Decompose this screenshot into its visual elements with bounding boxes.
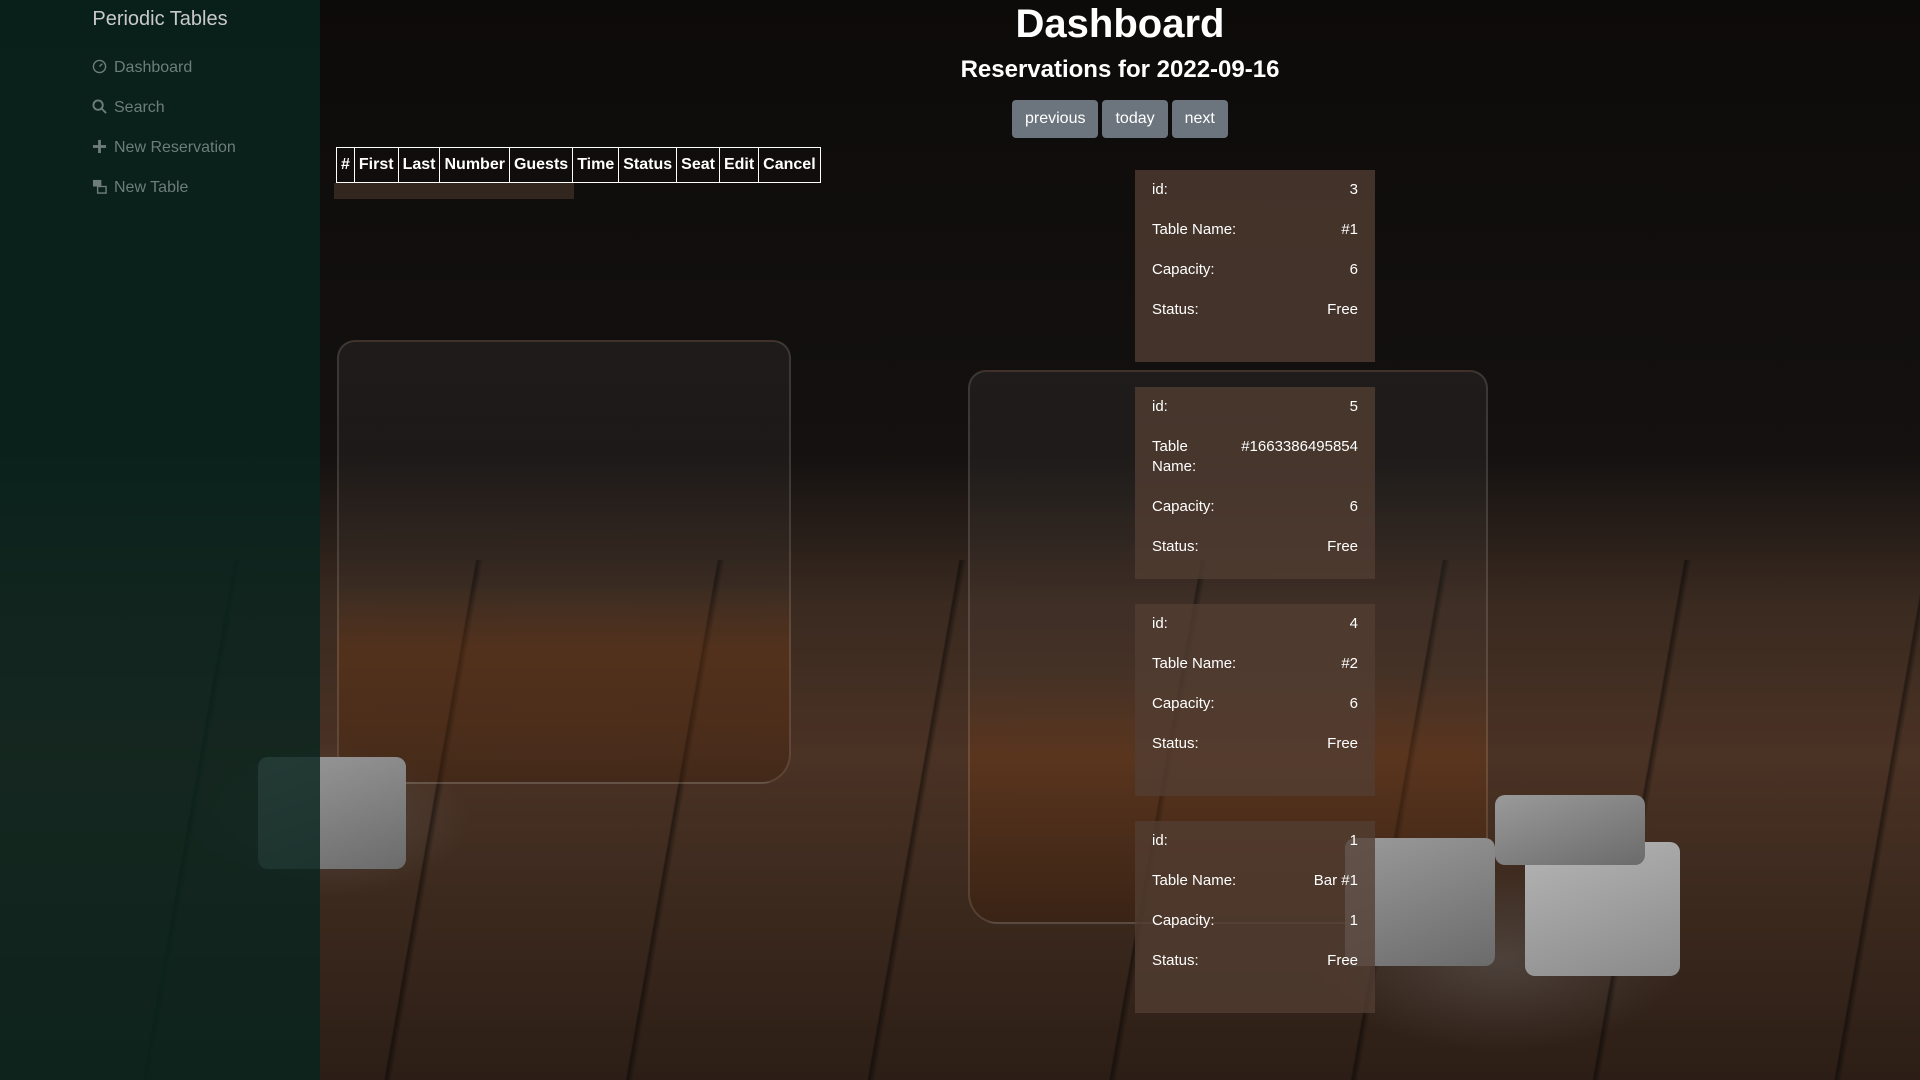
table-id-label: id: (1152, 832, 1168, 849)
previous-button[interactable]: previous (1012, 100, 1099, 138)
column-header-number-sign: # (336, 147, 355, 183)
reservations-table: # First Last Number Guests Time Status S… (336, 147, 821, 183)
table-capacity-value: 6 (1349, 498, 1358, 515)
table-capacity-value: 6 (1349, 695, 1358, 712)
dashboard-icon (90, 59, 108, 78)
table-capacity-value: 6 (1349, 261, 1358, 278)
table-capacity-label: Capacity: (1152, 912, 1215, 929)
table-capacity-row: Capacity: 1 (1152, 911, 1358, 931)
table-id-value: 1 (1349, 832, 1358, 849)
table-icon (90, 179, 108, 198)
sidebar-item-new-table[interactable]: New Table (90, 168, 236, 208)
table-status-value: Free (1327, 538, 1358, 555)
brand-title[interactable]: Periodic Tables (0, 8, 320, 31)
date-navigation: previous today next (1012, 100, 1228, 138)
table-status-row: Status: Free (1152, 951, 1358, 971)
table-name-row: Table Name: #2 (1152, 654, 1358, 674)
column-header-number: Number (439, 147, 510, 183)
table-name-label: Table Name: (1152, 438, 1197, 475)
table-status-label: Status: (1152, 952, 1199, 969)
table-header-row: # First Last Number Guests Time Status S… (336, 147, 821, 183)
table-status-label: Status: (1152, 538, 1199, 555)
search-icon (90, 98, 108, 118)
table-name-label: Table Name: (1152, 655, 1237, 672)
table-card: id: 5 Table Name: #1663386495854 Capacit… (1135, 387, 1375, 579)
today-button[interactable]: today (1102, 100, 1168, 138)
column-header-status: Status (618, 147, 678, 183)
column-header-time: Time (572, 147, 620, 183)
table-capacity-label: Capacity: (1152, 695, 1215, 712)
page-subtitle: Reservations for 2022-09-16 (960, 56, 1280, 83)
table-id-row: id: 5 (1152, 397, 1358, 417)
table-id-value: 3 (1349, 181, 1358, 198)
sidebar-item-dashboard[interactable]: Dashboard (90, 48, 236, 88)
sidebar-item-search[interactable]: Search (90, 88, 236, 128)
table-status-label: Status: (1152, 735, 1199, 752)
sidebar-item-label: Search (114, 99, 165, 116)
table-status-value: Free (1327, 952, 1358, 969)
column-header-edit: Edit (718, 147, 760, 183)
table-capacity-value: 1 (1349, 912, 1358, 929)
table-name-value: #1 (1341, 221, 1358, 238)
table-capacity-label: Capacity: (1152, 498, 1215, 515)
table-name-value: Bar #1 (1313, 872, 1358, 889)
table-status-value: Free (1327, 735, 1358, 752)
table-id-label: id: (1152, 398, 1168, 415)
table-capacity-label: Capacity: (1152, 261, 1215, 278)
table-card: id: 4 Table Name: #2 Capacity: 6 Status:… (1135, 604, 1375, 796)
tables-list: id: 3 Table Name: #1 Capacity: 6 Status:… (1135, 170, 1375, 1038)
table-card: id: 3 Table Name: #1 Capacity: 6 Status:… (1135, 170, 1375, 362)
table-id-row: id: 3 (1152, 180, 1358, 200)
table-name-value: #1663386495854 (1241, 438, 1358, 455)
sidebar: Periodic Tables Dashboard Search New Res… (0, 0, 320, 1080)
table-capacity-row: Capacity: 6 (1152, 260, 1358, 280)
table-name-row: Table Name: #1663386495854 (1152, 437, 1358, 477)
sidebar-item-new-reservation[interactable]: New Reservation (90, 128, 236, 168)
table-capacity-row: Capacity: 6 (1152, 694, 1358, 714)
column-header-seat: Seat (676, 147, 720, 183)
sidebar-item-label: New Table (114, 179, 189, 196)
table-id-label: id: (1152, 615, 1168, 632)
table-name-row: Table Name: #1 (1152, 220, 1358, 240)
table-status-row: Status: Free (1152, 537, 1358, 557)
column-header-guests: Guests (508, 147, 574, 183)
page-title: Dashboard (1015, 2, 1225, 46)
table-id-row: id: 1 (1152, 831, 1358, 851)
column-header-first: First (353, 147, 399, 183)
sidebar-item-label: Dashboard (114, 59, 193, 76)
table-status-value: Free (1327, 301, 1358, 318)
table-status-row: Status: Free (1152, 300, 1358, 320)
table-status-row: Status: Free (1152, 734, 1358, 754)
table-id-row: id: 4 (1152, 614, 1358, 634)
table-name-label: Table Name: (1152, 221, 1237, 238)
table-capacity-row: Capacity: 6 (1152, 497, 1358, 517)
main-content: Dashboard Reservations for 2022-09-16 pr… (320, 0, 1920, 1080)
plus-icon (90, 139, 108, 158)
reservations-table-body (334, 183, 574, 199)
table-name-label: Table Name: (1152, 872, 1237, 889)
table-name-row: Table Name: Bar #1 (1152, 871, 1358, 891)
sidebar-item-label: New Reservation (114, 139, 236, 156)
column-header-cancel: Cancel (758, 147, 821, 183)
table-id-value: 4 (1349, 615, 1358, 632)
column-header-last: Last (397, 147, 441, 183)
table-name-value: #2 (1341, 655, 1358, 672)
next-button[interactable]: next (1171, 100, 1228, 138)
table-card: id: 1 Table Name: Bar #1 Capacity: 1 Sta… (1135, 821, 1375, 1013)
sidebar-nav: Dashboard Search New Reservation New Tab… (90, 48, 236, 208)
table-status-label: Status: (1152, 301, 1199, 318)
table-id-value: 5 (1349, 398, 1358, 415)
table-id-label: id: (1152, 181, 1168, 198)
